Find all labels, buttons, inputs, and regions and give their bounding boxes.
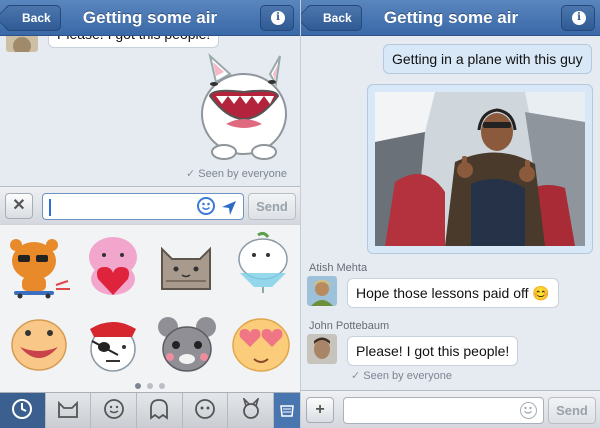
sender-name: John Pottebaum [309, 320, 390, 332]
tab-smiley[interactable] [91, 393, 138, 428]
message-input[interactable] [343, 397, 544, 424]
tab-bunny[interactable] [228, 393, 275, 428]
page-dot[interactable] [159, 383, 165, 389]
clock-icon [11, 398, 33, 425]
smiley-outline-icon [103, 398, 125, 425]
page-title: Getting some air [383, 8, 519, 27]
send-button[interactable]: Send [548, 397, 596, 424]
message-text: Getting in a plane with this guy [392, 51, 583, 67]
yellow-face-sticker[interactable] [6, 311, 72, 377]
white-bird-cocktail-sticker[interactable] [230, 229, 296, 295]
message-composer: ✕ Send [0, 186, 300, 224]
message-text: Please! I got this people! [356, 343, 510, 359]
message-bubble: Please! I got this people! [347, 336, 519, 366]
right-chat-screen: Back Getting some air i Getting in a pla… [300, 0, 600, 428]
tab-cat[interactable] [46, 393, 92, 428]
avatar[interactable] [307, 276, 337, 306]
tab-recent[interactable] [0, 393, 46, 428]
sticker-tab-bar [0, 392, 300, 428]
happy-white-rabbit-sticker [196, 52, 292, 164]
info-icon: i [572, 11, 586, 25]
nav-bar: Back Getting some air i [0, 0, 300, 36]
smiley-icon[interactable] [197, 197, 215, 215]
my-message-bubble: Getting in a plane with this guy [383, 44, 592, 74]
message-composer: + Send [301, 390, 600, 428]
left-chat-screen: Please! I got this people! Back Getting … [0, 0, 300, 428]
gray-mouse-sticker[interactable] [154, 311, 220, 377]
smiley-emoji: 😊 [532, 285, 550, 301]
location-arrow-icon[interactable] [221, 199, 237, 224]
seen-status: Seen by everyone [351, 369, 452, 382]
heart-eyes-face-sticker[interactable] [228, 311, 294, 377]
page-dot[interactable] [135, 383, 141, 389]
tab-ghost[interactable] [137, 393, 183, 428]
bunny-outline-icon [240, 395, 262, 425]
sticker-picker [0, 224, 300, 392]
info-button[interactable]: i [260, 5, 294, 31]
pirate-bunny-sticker[interactable] [80, 311, 146, 377]
send-button[interactable]: Send [248, 193, 296, 220]
tab-face[interactable] [183, 393, 229, 428]
text-cursor [49, 199, 51, 217]
sender-name: Atish Mehta [309, 262, 368, 274]
message-text: Hope those lessons paid off [356, 285, 529, 301]
plus-icon: + [315, 401, 325, 418]
clear-button[interactable]: ✕ [5, 193, 33, 219]
photo-message[interactable] [367, 84, 593, 254]
face-outline-icon [194, 398, 216, 425]
page-title: Getting some air [82, 8, 218, 27]
gray-cat-sticker[interactable] [154, 233, 220, 299]
message-input[interactable] [42, 193, 244, 220]
avatar[interactable] [307, 334, 337, 364]
nav-bar: Back Getting some air i [301, 0, 600, 36]
close-icon: ✕ [12, 197, 26, 214]
info-button[interactable]: i [561, 5, 595, 31]
smiley-icon[interactable] [520, 402, 537, 419]
pink-heart-blob-sticker[interactable] [80, 233, 146, 299]
info-icon: i [271, 11, 285, 25]
add-button[interactable]: + [306, 397, 334, 423]
store-icon [279, 400, 295, 423]
man-in-plane-cockpit-thumbs-up-photo [375, 92, 585, 246]
ghost-outline-icon [148, 398, 170, 425]
message-bubble: Hope those lessons paid off 😊 [347, 278, 559, 308]
seen-status: Seen by everyone [186, 167, 287, 180]
page-dot[interactable] [147, 383, 153, 389]
tab-store[interactable] [274, 393, 300, 428]
tiger-skateboard-sticker[interactable] [6, 233, 72, 299]
cat-outline-icon [57, 399, 79, 424]
